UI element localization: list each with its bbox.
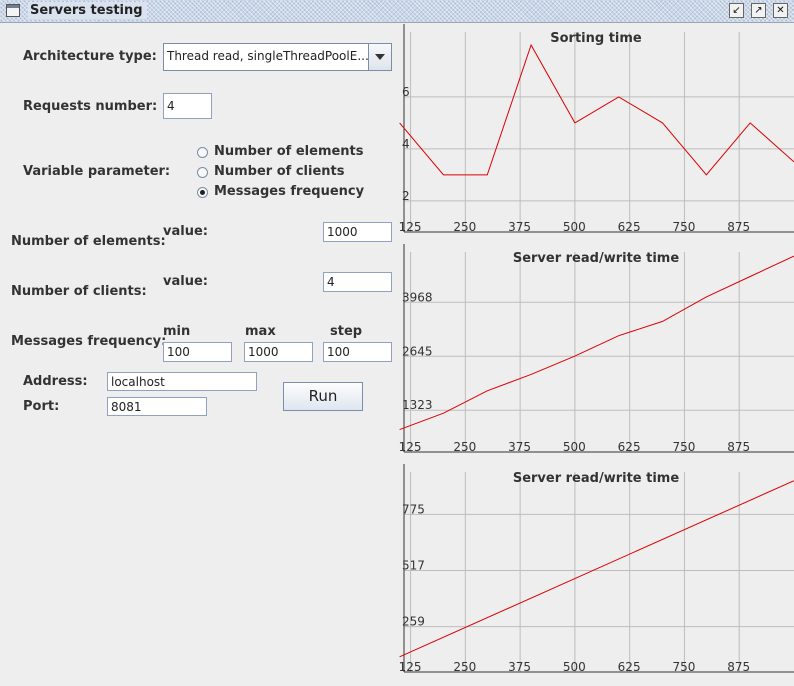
x-tick-label: 375 (508, 220, 531, 234)
chart-background (398, 24, 794, 234)
close-icon[interactable]: ✕ (773, 3, 788, 18)
run-button[interactable]: Run (283, 382, 363, 411)
x-tick-label: 625 (618, 440, 641, 454)
x-tick-label: 250 (453, 660, 476, 674)
y-tick-label: 2645 (402, 344, 433, 358)
radio-label-clients: Number of clients (214, 164, 345, 179)
chart-background (398, 244, 794, 454)
architecture-value: Thread read, singleThreadPoolE... (167, 49, 369, 63)
x-tick-label: 125 (399, 660, 422, 674)
title-bar[interactable]: Servers testing ↙ ↗ ✕ (0, 0, 794, 23)
y-tick-label: 517 (402, 558, 425, 572)
step-label: step (330, 324, 363, 339)
address-label: Address: (23, 374, 88, 389)
radio-number-of-elements[interactable] (197, 147, 208, 158)
max-input[interactable] (244, 342, 313, 362)
max-label: max (245, 324, 276, 339)
elements-label: Number of elements: (11, 234, 166, 249)
y-tick-label: 775 (402, 502, 425, 516)
x-tick-label: 250 (453, 220, 476, 234)
elements-value-label: value: (163, 224, 208, 239)
window-title: Servers testing (28, 2, 147, 19)
step-input[interactable] (323, 342, 392, 362)
min-label: min (163, 324, 191, 339)
x-tick-label: 750 (672, 440, 695, 454)
y-tick-label: 1323 (402, 398, 433, 412)
x-tick-label: 875 (727, 220, 750, 234)
clients-value-input[interactable] (323, 272, 392, 292)
chart-title: Server read/write time (513, 251, 680, 266)
sorting-time-chart: 125 250 375 500 625 750 875 2 4 6 Sorting time (398, 24, 794, 234)
variable-parameter-label: Variable parameter: (23, 164, 171, 179)
elements-value-input[interactable] (323, 222, 392, 242)
radio-label-elements: Number of elements (214, 144, 364, 159)
y-tick-label: 2 (402, 189, 410, 203)
address-input[interactable] (107, 372, 257, 391)
x-tick-label: 125 (399, 440, 422, 454)
x-tick-label: 625 (618, 660, 641, 674)
clients-value-label: value: (163, 274, 208, 289)
x-tick-label: 125 (399, 220, 422, 234)
window-icon (6, 4, 20, 17)
chart-title: Sorting time (550, 31, 642, 46)
clients-label: Number of clients: (11, 284, 147, 299)
x-tick-label: 500 (563, 220, 586, 234)
port-label: Port: (23, 399, 60, 414)
x-tick-label: 375 (508, 660, 531, 674)
radio-label-frequency: Messages frequency (214, 184, 365, 199)
server-rw-time-chart: 125 250 375 500 625 750 875 1323 2645 3968 Server … (398, 244, 794, 454)
y-tick-label: 6 (402, 85, 410, 99)
radio-messages-frequency[interactable] (197, 187, 208, 198)
y-tick-label: 4 (402, 137, 410, 151)
x-tick-label: 750 (672, 220, 695, 234)
x-tick-label: 500 (563, 660, 586, 674)
x-tick-label: 750 (672, 660, 695, 674)
x-tick-label: 500 (563, 440, 586, 454)
chart-title: Server read/write time (513, 471, 680, 486)
x-tick-label: 875 (727, 440, 750, 454)
architecture-label: Architecture type: (23, 49, 157, 64)
y-tick-label: 259 (402, 615, 425, 629)
chevron-down-icon[interactable] (368, 44, 391, 70)
x-tick-label: 375 (508, 440, 531, 454)
minimize-icon[interactable]: ↙ (729, 3, 744, 18)
maximize-icon[interactable]: ↗ (751, 3, 766, 18)
architecture-select[interactable]: Thread read, singleThreadPoolE... (163, 43, 392, 71)
server-rw-time-chart-2: 125 250 375 500 625 750 875 259 517 775 Server rea… (398, 464, 794, 674)
radio-number-of-clients[interactable] (197, 167, 208, 178)
y-tick-label: 3968 (402, 290, 433, 304)
frequency-label: Messages frequency: (11, 334, 167, 349)
requests-input[interactable] (163, 93, 212, 119)
x-tick-label: 250 (453, 440, 476, 454)
requests-label: Requests number: (23, 99, 158, 114)
x-tick-label: 625 (618, 220, 641, 234)
x-tick-label: 875 (727, 660, 750, 674)
min-input[interactable] (163, 342, 232, 362)
port-input[interactable] (107, 397, 207, 416)
